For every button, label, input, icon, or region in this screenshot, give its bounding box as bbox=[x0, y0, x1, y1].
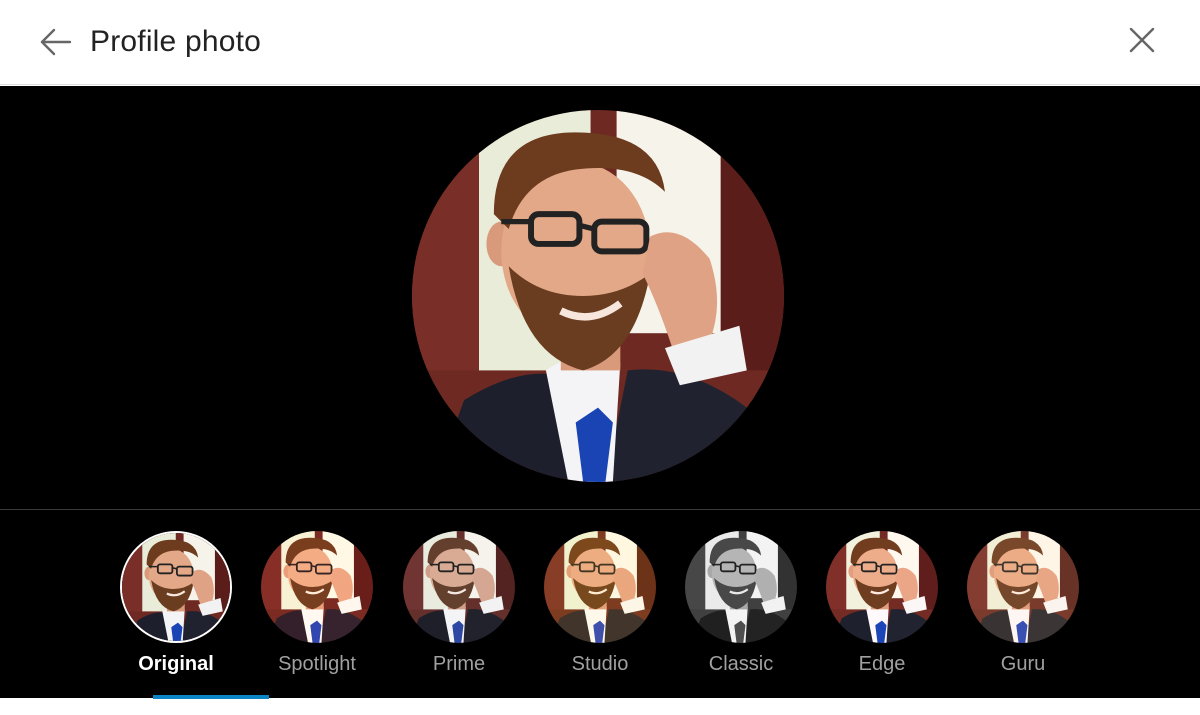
filter-thumbnail bbox=[685, 531, 797, 643]
filter-strip: Original Spotlight Prime Studio Classic bbox=[0, 510, 1200, 699]
filter-label: Prime bbox=[432, 653, 486, 675]
filter-label: Edge bbox=[858, 653, 906, 675]
profile-photo-preview bbox=[412, 110, 784, 482]
selected-filter-indicator bbox=[153, 695, 269, 699]
filter-label: Guru bbox=[1000, 653, 1046, 675]
close-button[interactable] bbox=[1120, 18, 1164, 62]
filter-label: Classic bbox=[708, 653, 774, 675]
filter-spotlight[interactable]: Spotlight bbox=[247, 527, 387, 677]
filter-classic[interactable]: Classic bbox=[671, 527, 811, 677]
close-icon bbox=[1129, 27, 1155, 53]
filter-thumbnail bbox=[967, 531, 1079, 643]
filter-label: Studio bbox=[571, 653, 629, 675]
filter-label: Spotlight bbox=[278, 653, 356, 675]
filter-guru[interactable]: Guru bbox=[953, 527, 1093, 677]
page-title: Profile photo bbox=[90, 25, 262, 58]
filter-thumbnail bbox=[544, 531, 656, 643]
filter-prime[interactable]: Prime bbox=[389, 527, 529, 677]
arrow-left-icon bbox=[40, 28, 72, 56]
back-button[interactable] bbox=[32, 20, 78, 64]
filter-thumbnail bbox=[120, 531, 232, 643]
filter-thumbnail bbox=[826, 531, 938, 643]
filter-edge[interactable]: Edge bbox=[812, 527, 952, 677]
filter-studio[interactable]: Studio bbox=[530, 527, 670, 677]
filter-original[interactable]: Original bbox=[106, 527, 246, 677]
filter-thumbnail bbox=[261, 531, 373, 643]
dialog-header: Profile photo bbox=[0, 0, 1200, 85]
filter-label: Original bbox=[138, 653, 214, 675]
photo-stage: Original Spotlight Prime Studio Classic bbox=[0, 86, 1200, 699]
filter-thumbnail bbox=[403, 531, 515, 643]
